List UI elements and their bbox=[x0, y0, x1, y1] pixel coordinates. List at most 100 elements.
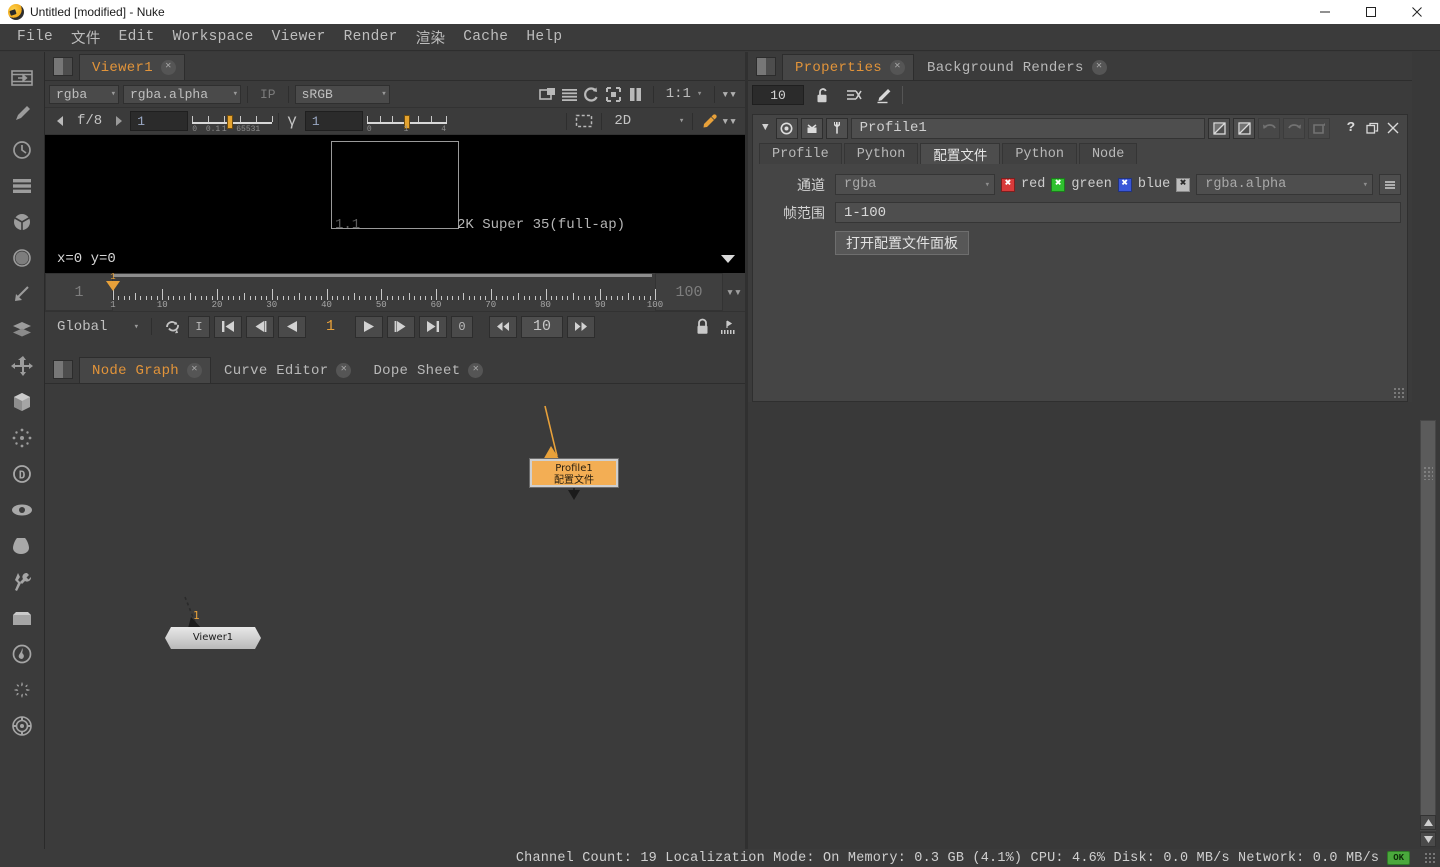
float-icon[interactable] bbox=[1363, 117, 1381, 139]
tab-curve-editor[interactable]: Curve Editor ✕ bbox=[211, 357, 361, 383]
panel-grip-icon[interactable] bbox=[53, 360, 73, 379]
close-icon[interactable]: ✕ bbox=[187, 363, 203, 378]
close-button[interactable] bbox=[1394, 0, 1440, 24]
refresh-icon[interactable] bbox=[581, 83, 603, 105]
node-color-icon[interactable] bbox=[775, 117, 798, 139]
filter-icon[interactable] bbox=[0, 240, 45, 276]
close-icon[interactable]: ✕ bbox=[468, 363, 484, 378]
tab-dope-sheet[interactable]: Dope Sheet ✕ bbox=[360, 357, 493, 383]
knob-tab-node[interactable]: Node bbox=[1078, 143, 1138, 164]
frame-increment-button[interactable]: 0 bbox=[451, 315, 474, 338]
framerange-input[interactable]: 1-100 bbox=[835, 202, 1401, 223]
gain-slider[interactable]: 0 0.1 1 65531 bbox=[192, 111, 274, 134]
views-icon[interactable] bbox=[0, 492, 45, 528]
alpha-channel-checkbox[interactable]: ✖ bbox=[1176, 177, 1191, 192]
help-icon[interactable]: ? bbox=[1342, 117, 1360, 139]
minimize-button[interactable] bbox=[1302, 0, 1348, 24]
open-profile-panel-button[interactable]: 打开配置文件面板 bbox=[835, 231, 969, 255]
viewer-canvas[interactable]: 1.1 2K Super 35(full-ap) bbox=[45, 135, 745, 245]
expand-toolbar-icon[interactable]: ▾▾ bbox=[721, 87, 741, 102]
node-viewer1[interactable]: Viewer1 bbox=[165, 627, 261, 649]
vertical-scrollbar[interactable] bbox=[1420, 420, 1436, 831]
transport-scope-select[interactable]: Global ▾ bbox=[51, 317, 141, 336]
undo-icon[interactable] bbox=[1258, 117, 1280, 139]
rewind-icon[interactable] bbox=[489, 315, 518, 338]
menu-help[interactable]: Help bbox=[517, 26, 571, 48]
redo-icon[interactable] bbox=[1283, 117, 1305, 139]
menu-cache[interactable]: Cache bbox=[454, 26, 517, 48]
tv-icon[interactable] bbox=[800, 117, 823, 139]
particles-icon[interactable] bbox=[0, 420, 45, 456]
image-icon[interactable] bbox=[0, 60, 45, 96]
window-resize-grip-icon[interactable] bbox=[1424, 852, 1436, 864]
roi-dashed-icon[interactable] bbox=[573, 110, 595, 132]
gain-input[interactable]: 1 bbox=[130, 111, 189, 131]
close-icon[interactable] bbox=[1384, 117, 1402, 139]
view-mode-select[interactable]: 2D ▾ bbox=[608, 112, 686, 131]
compare-icon[interactable] bbox=[559, 83, 581, 105]
knob-tab-python-1[interactable]: Python bbox=[843, 143, 919, 164]
timeline-out-frame[interactable]: 100 bbox=[655, 273, 723, 311]
channels-select[interactable]: rgba ▾ bbox=[835, 174, 995, 195]
zoom-level[interactable]: 1:1 bbox=[660, 86, 697, 102]
tab-background-renders[interactable]: Background Renders ✕ bbox=[914, 54, 1116, 80]
tab-node-graph[interactable]: Node Graph ✕ bbox=[79, 357, 212, 383]
resize-grip-icon[interactable] bbox=[1393, 387, 1405, 399]
knob-tab-config-file[interactable]: 配置文件 bbox=[920, 143, 1001, 165]
panel-grip-icon[interactable] bbox=[756, 57, 776, 76]
pause-icon[interactable] bbox=[625, 83, 647, 105]
time-icon[interactable] bbox=[0, 132, 45, 168]
other-icon[interactable] bbox=[0, 600, 45, 636]
channel-select[interactable]: rgba ▾ bbox=[49, 84, 119, 104]
transform-icon[interactable] bbox=[0, 348, 45, 384]
lock-icon[interactable] bbox=[691, 316, 713, 338]
proxy-icon[interactable] bbox=[537, 83, 559, 105]
tab-viewer1[interactable]: Viewer1 ✕ bbox=[79, 54, 185, 80]
mask-b-icon[interactable] bbox=[1233, 117, 1255, 139]
keyframe-icon[interactable] bbox=[717, 316, 739, 338]
first-frame-button[interactable] bbox=[214, 315, 242, 338]
color-icon[interactable] bbox=[0, 204, 45, 240]
node-graph-canvas[interactable]: 1 Profile1 配置文件 Viewer1 bbox=[45, 384, 745, 849]
fastforward-icon[interactable] bbox=[567, 315, 596, 338]
playhead-icon[interactable] bbox=[106, 281, 120, 291]
keyer-icon[interactable] bbox=[0, 276, 45, 312]
menu-file-cn[interactable]: 文件 bbox=[62, 24, 110, 51]
scroll-up-button[interactable] bbox=[1420, 815, 1436, 830]
loop-icon[interactable] bbox=[162, 316, 184, 338]
scrollbar-thumb[interactable] bbox=[1420, 420, 1436, 831]
play-backward-button[interactable] bbox=[278, 315, 306, 338]
expand-toolbar-icon[interactable]: ▾▾ bbox=[721, 114, 741, 129]
timeline-ruler[interactable]: 1 10 20 30 40 50 60 70 80 90 100 1 bbox=[106, 272, 663, 311]
maximize-button[interactable] bbox=[1348, 0, 1394, 24]
timeline-in-frame[interactable]: 1 bbox=[45, 273, 113, 311]
menu-render-cn[interactable]: 渲染 bbox=[407, 24, 455, 51]
next-keyframe-button[interactable] bbox=[387, 315, 416, 338]
timeline-scroll-indicator[interactable] bbox=[113, 274, 652, 277]
deep-icon[interactable]: D bbox=[0, 456, 45, 492]
alpha-channel-select[interactable]: rgba.alpha ▾ bbox=[1196, 174, 1373, 195]
node-profile1[interactable]: Profile1 配置文件 bbox=[530, 459, 618, 487]
gamma-input[interactable]: 1 bbox=[304, 111, 363, 131]
previous-keyframe-button[interactable] bbox=[246, 315, 274, 338]
unlock-icon[interactable] bbox=[812, 84, 834, 106]
tab-properties[interactable]: Properties ✕ bbox=[782, 54, 915, 80]
channel-icon[interactable] bbox=[0, 168, 45, 204]
layer-select[interactable]: rgba.alpha ▾ bbox=[123, 84, 241, 104]
last-frame-button[interactable] bbox=[419, 315, 448, 338]
revert-icon[interactable] bbox=[1308, 117, 1330, 139]
remove-all-icon[interactable] bbox=[842, 84, 864, 106]
wrench-icon[interactable] bbox=[825, 117, 848, 139]
draw-icon[interactable] bbox=[0, 96, 45, 132]
edit-icon[interactable] bbox=[872, 84, 894, 106]
metadata-icon[interactable] bbox=[0, 528, 45, 564]
triangle-down-icon[interactable]: ▼ bbox=[758, 122, 773, 134]
menu-workspace[interactable]: Workspace bbox=[164, 26, 263, 48]
gain-increase-icon[interactable] bbox=[108, 110, 130, 132]
scroll-down-button[interactable] bbox=[1420, 832, 1436, 847]
gamma-slider[interactable]: 0 1 4 bbox=[366, 111, 448, 134]
menu-render[interactable]: Render bbox=[335, 26, 407, 48]
colorspace-select[interactable]: sRGB ▾ bbox=[294, 84, 390, 104]
chevron-down-icon[interactable]: ▾ bbox=[697, 89, 708, 99]
node-name-field[interactable]: Profile1 bbox=[850, 117, 1205, 139]
